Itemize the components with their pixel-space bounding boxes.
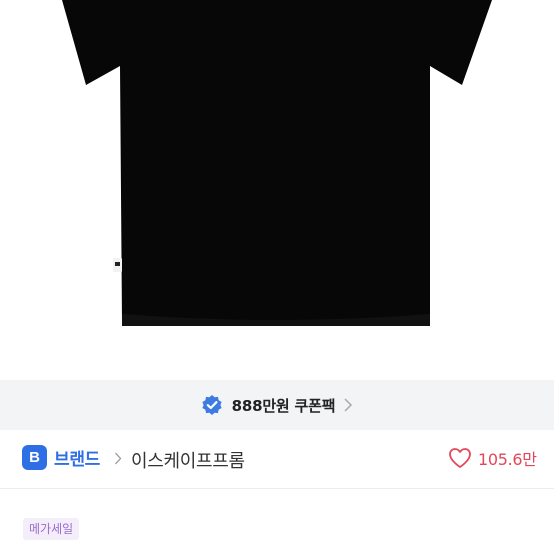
mega-sale-badge: 메가세일 xyxy=(23,518,80,540)
brand-logo: B xyxy=(22,445,47,470)
product-image[interactable] xyxy=(0,0,554,380)
verified-badge-icon xyxy=(202,395,222,415)
coupon-pack-banner[interactable]: 888만원 쿠폰팩 xyxy=(0,380,554,430)
like-button[interactable]: 105.6만 xyxy=(448,446,537,470)
chevron-right-icon xyxy=(344,398,353,412)
chevron-right-icon xyxy=(115,452,122,465)
like-count: 105.6만 xyxy=(478,450,537,469)
section-divider xyxy=(0,488,554,489)
brand-chip[interactable]: B 브랜드 xyxy=(22,445,100,470)
tshirt-photo xyxy=(62,0,492,326)
heart-icon xyxy=(449,448,471,468)
brand-label: 브랜드 xyxy=(54,450,101,470)
coupon-pack-label: 888만원 쿠폰팩 xyxy=(231,396,336,415)
store-name-link[interactable]: 이스케이프프롬 xyxy=(131,447,245,473)
brand-row: B 브랜드 이스케이프프롬 105.6만 xyxy=(0,430,554,488)
